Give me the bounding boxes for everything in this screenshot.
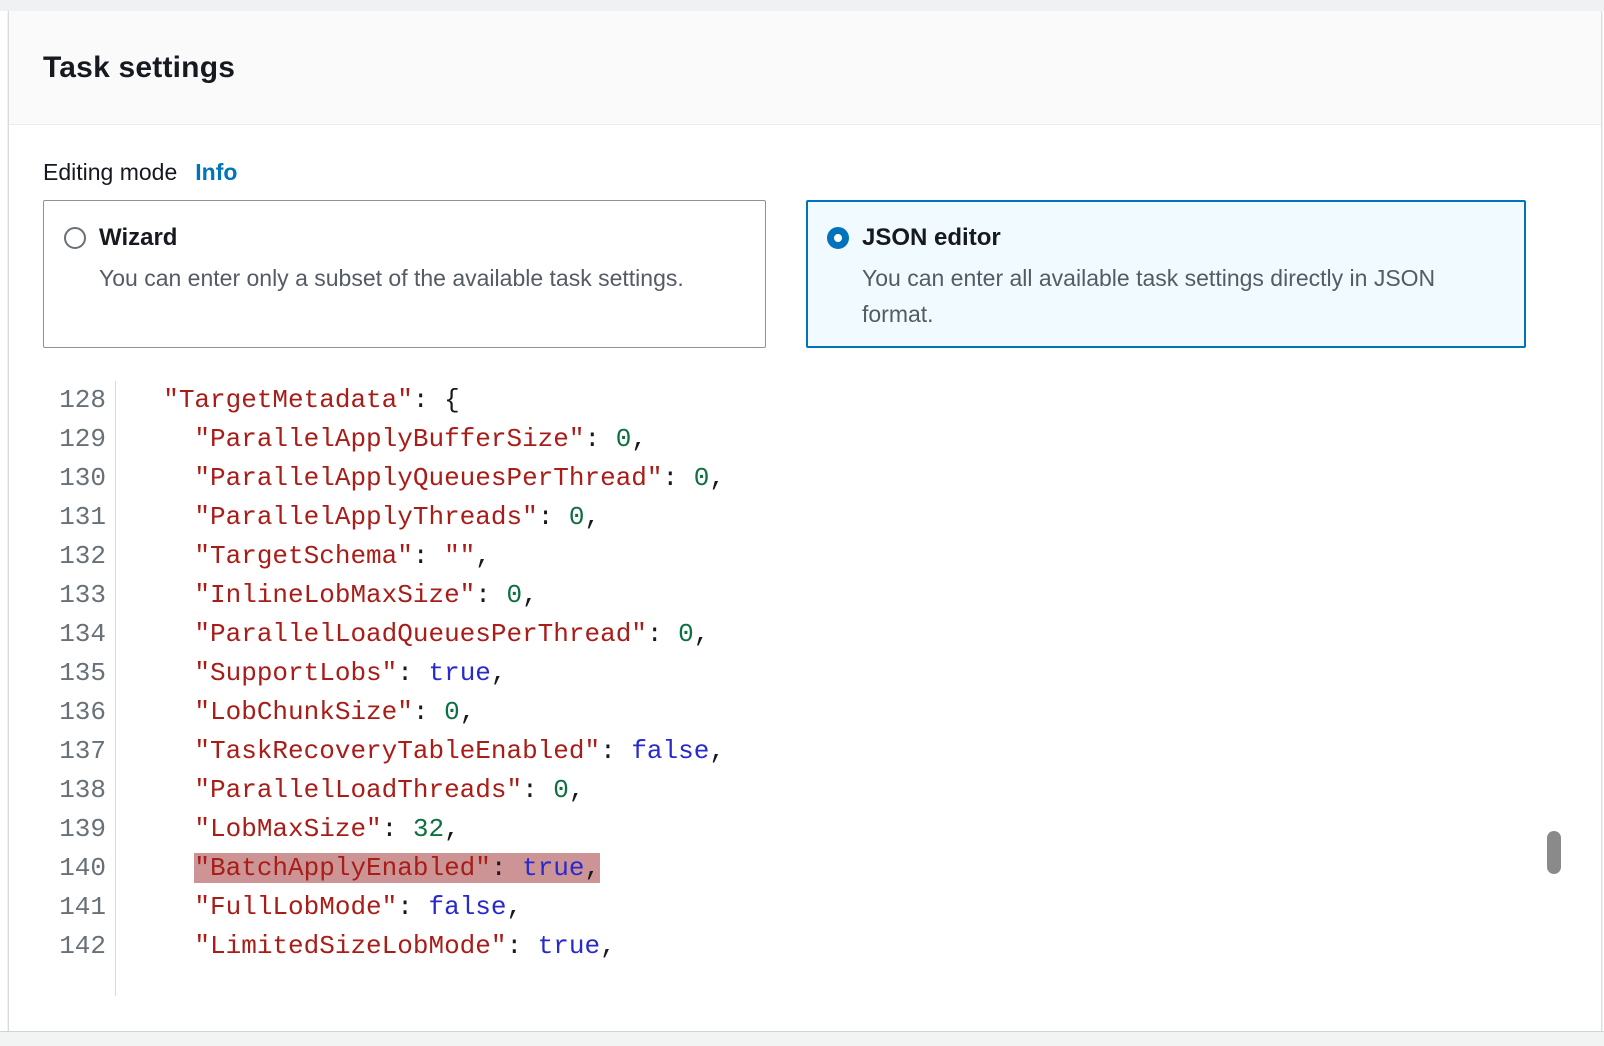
code-text: "TargetSchema": "", (116, 537, 491, 576)
line-number: 139 (43, 810, 116, 849)
info-link[interactable]: Info (195, 159, 237, 186)
code-text: "ParallelLoadQueuesPerThread": 0, (116, 615, 709, 654)
code-text: "TaskRecoveryTableEnabled": false, (116, 732, 725, 771)
code-text: "BatchApplyEnabled": true, (116, 849, 600, 888)
code-line[interactable]: 136 "LobChunkSize": 0, (43, 693, 1563, 732)
editing-mode-option-json-editor[interactable]: JSON editor You can enter all available … (806, 200, 1526, 348)
code-line[interactable]: 134 "ParallelLoadQueuesPerThread": 0, (43, 615, 1563, 654)
wizard-title-row: Wizard (64, 224, 745, 252)
line-number: 128 (43, 381, 116, 420)
code-text: "LobChunkSize": 0, (116, 693, 475, 732)
code-line[interactable]: 133 "InlineLobMaxSize": 0, (43, 576, 1563, 615)
wizard-option-description: You can enter only a subset of the avail… (99, 261, 745, 297)
code-text: "SupportLobs": true, (116, 654, 507, 693)
code-line[interactable]: 129 "ParallelApplyBufferSize": 0, (43, 420, 1563, 459)
editing-mode-option-wizard[interactable]: Wizard You can enter only a subset of th… (43, 200, 766, 348)
editing-mode-options: Wizard You can enter only a subset of th… (43, 200, 1567, 348)
scrollbar-thumb[interactable] (1547, 831, 1561, 874)
json-editor-option-label: JSON editor (862, 224, 1001, 252)
code-text: "ParallelApplyBufferSize": 0, (116, 420, 647, 459)
code-line[interactable]: 141 "FullLobMode": false, (43, 888, 1563, 927)
code-line[interactable]: 140 "BatchApplyEnabled": true, (43, 849, 1563, 888)
code-text: "FullLobMode": false, (116, 888, 522, 927)
code-line[interactable]: 130 "ParallelApplyQueuesPerThread": 0, (43, 459, 1563, 498)
editing-mode-row: Editing mode Info (43, 159, 1567, 186)
wizard-option-label: Wizard (99, 224, 177, 252)
line-number: 131 (43, 498, 116, 537)
code-line[interactable]: 128 "TargetMetadata": { (43, 381, 1563, 420)
code-lines: 128 "TargetMetadata": {129 "ParallelAppl… (43, 381, 1563, 966)
json-code-editor[interactable]: 128 "TargetMetadata": {129 "ParallelAppl… (43, 381, 1563, 996)
code-text: "LobMaxSize": 32, (116, 810, 460, 849)
panel-body: Editing mode Info Wizard You can enter o… (9, 159, 1601, 996)
line-number: 136 (43, 693, 116, 732)
radio-unselected-icon[interactable] (64, 227, 86, 249)
json-editor-option-description: You can enter all available task setting… (862, 261, 1462, 332)
code-text: "LimitedSizeLobMode": true, (116, 927, 616, 966)
line-number: 134 (43, 615, 116, 654)
code-line[interactable]: 131 "ParallelApplyThreads": 0, (43, 498, 1563, 537)
code-line[interactable]: 135 "SupportLobs": true, (43, 654, 1563, 693)
line-number: 129 (43, 420, 116, 459)
task-settings-panel: Task settings Editing mode Info Wizard Y… (8, 11, 1602, 1031)
editing-mode-label: Editing mode (43, 159, 177, 186)
page-top-strip (0, 0, 1604, 11)
code-text: "InlineLobMaxSize": 0, (116, 576, 538, 615)
code-text: "ParallelApplyQueuesPerThread": 0, (116, 459, 725, 498)
line-number: 140 (43, 849, 116, 888)
line-number: 130 (43, 459, 116, 498)
line-number: 135 (43, 654, 116, 693)
code-line[interactable]: 132 "TargetSchema": "", (43, 537, 1563, 576)
line-number: 141 (43, 888, 116, 927)
json-editor-title-row: JSON editor (827, 224, 1505, 252)
code-line[interactable]: 137 "TaskRecoveryTableEnabled": false, (43, 732, 1563, 771)
code-line[interactable]: 142 "LimitedSizeLobMode": true, (43, 927, 1563, 966)
panel-header: Task settings (9, 11, 1601, 125)
radio-selected-icon[interactable] (827, 227, 849, 249)
code-text: "ParallelApplyThreads": 0, (116, 498, 600, 537)
line-number: 142 (43, 927, 116, 966)
panel-title: Task settings (43, 51, 235, 85)
code-line[interactable]: 139 "LobMaxSize": 32, (43, 810, 1563, 849)
line-number: 133 (43, 576, 116, 615)
highlighted-token: "BatchApplyEnabled": true, (194, 853, 600, 883)
line-number: 132 (43, 537, 116, 576)
page-bottom-strip (0, 1031, 1604, 1046)
code-line[interactable]: 138 "ParallelLoadThreads": 0, (43, 771, 1563, 810)
line-number: 137 (43, 732, 116, 771)
code-text: "ParallelLoadThreads": 0, (116, 771, 585, 810)
line-number: 138 (43, 771, 116, 810)
code-text: "TargetMetadata": { (116, 381, 460, 420)
gutter-tail (43, 966, 116, 996)
